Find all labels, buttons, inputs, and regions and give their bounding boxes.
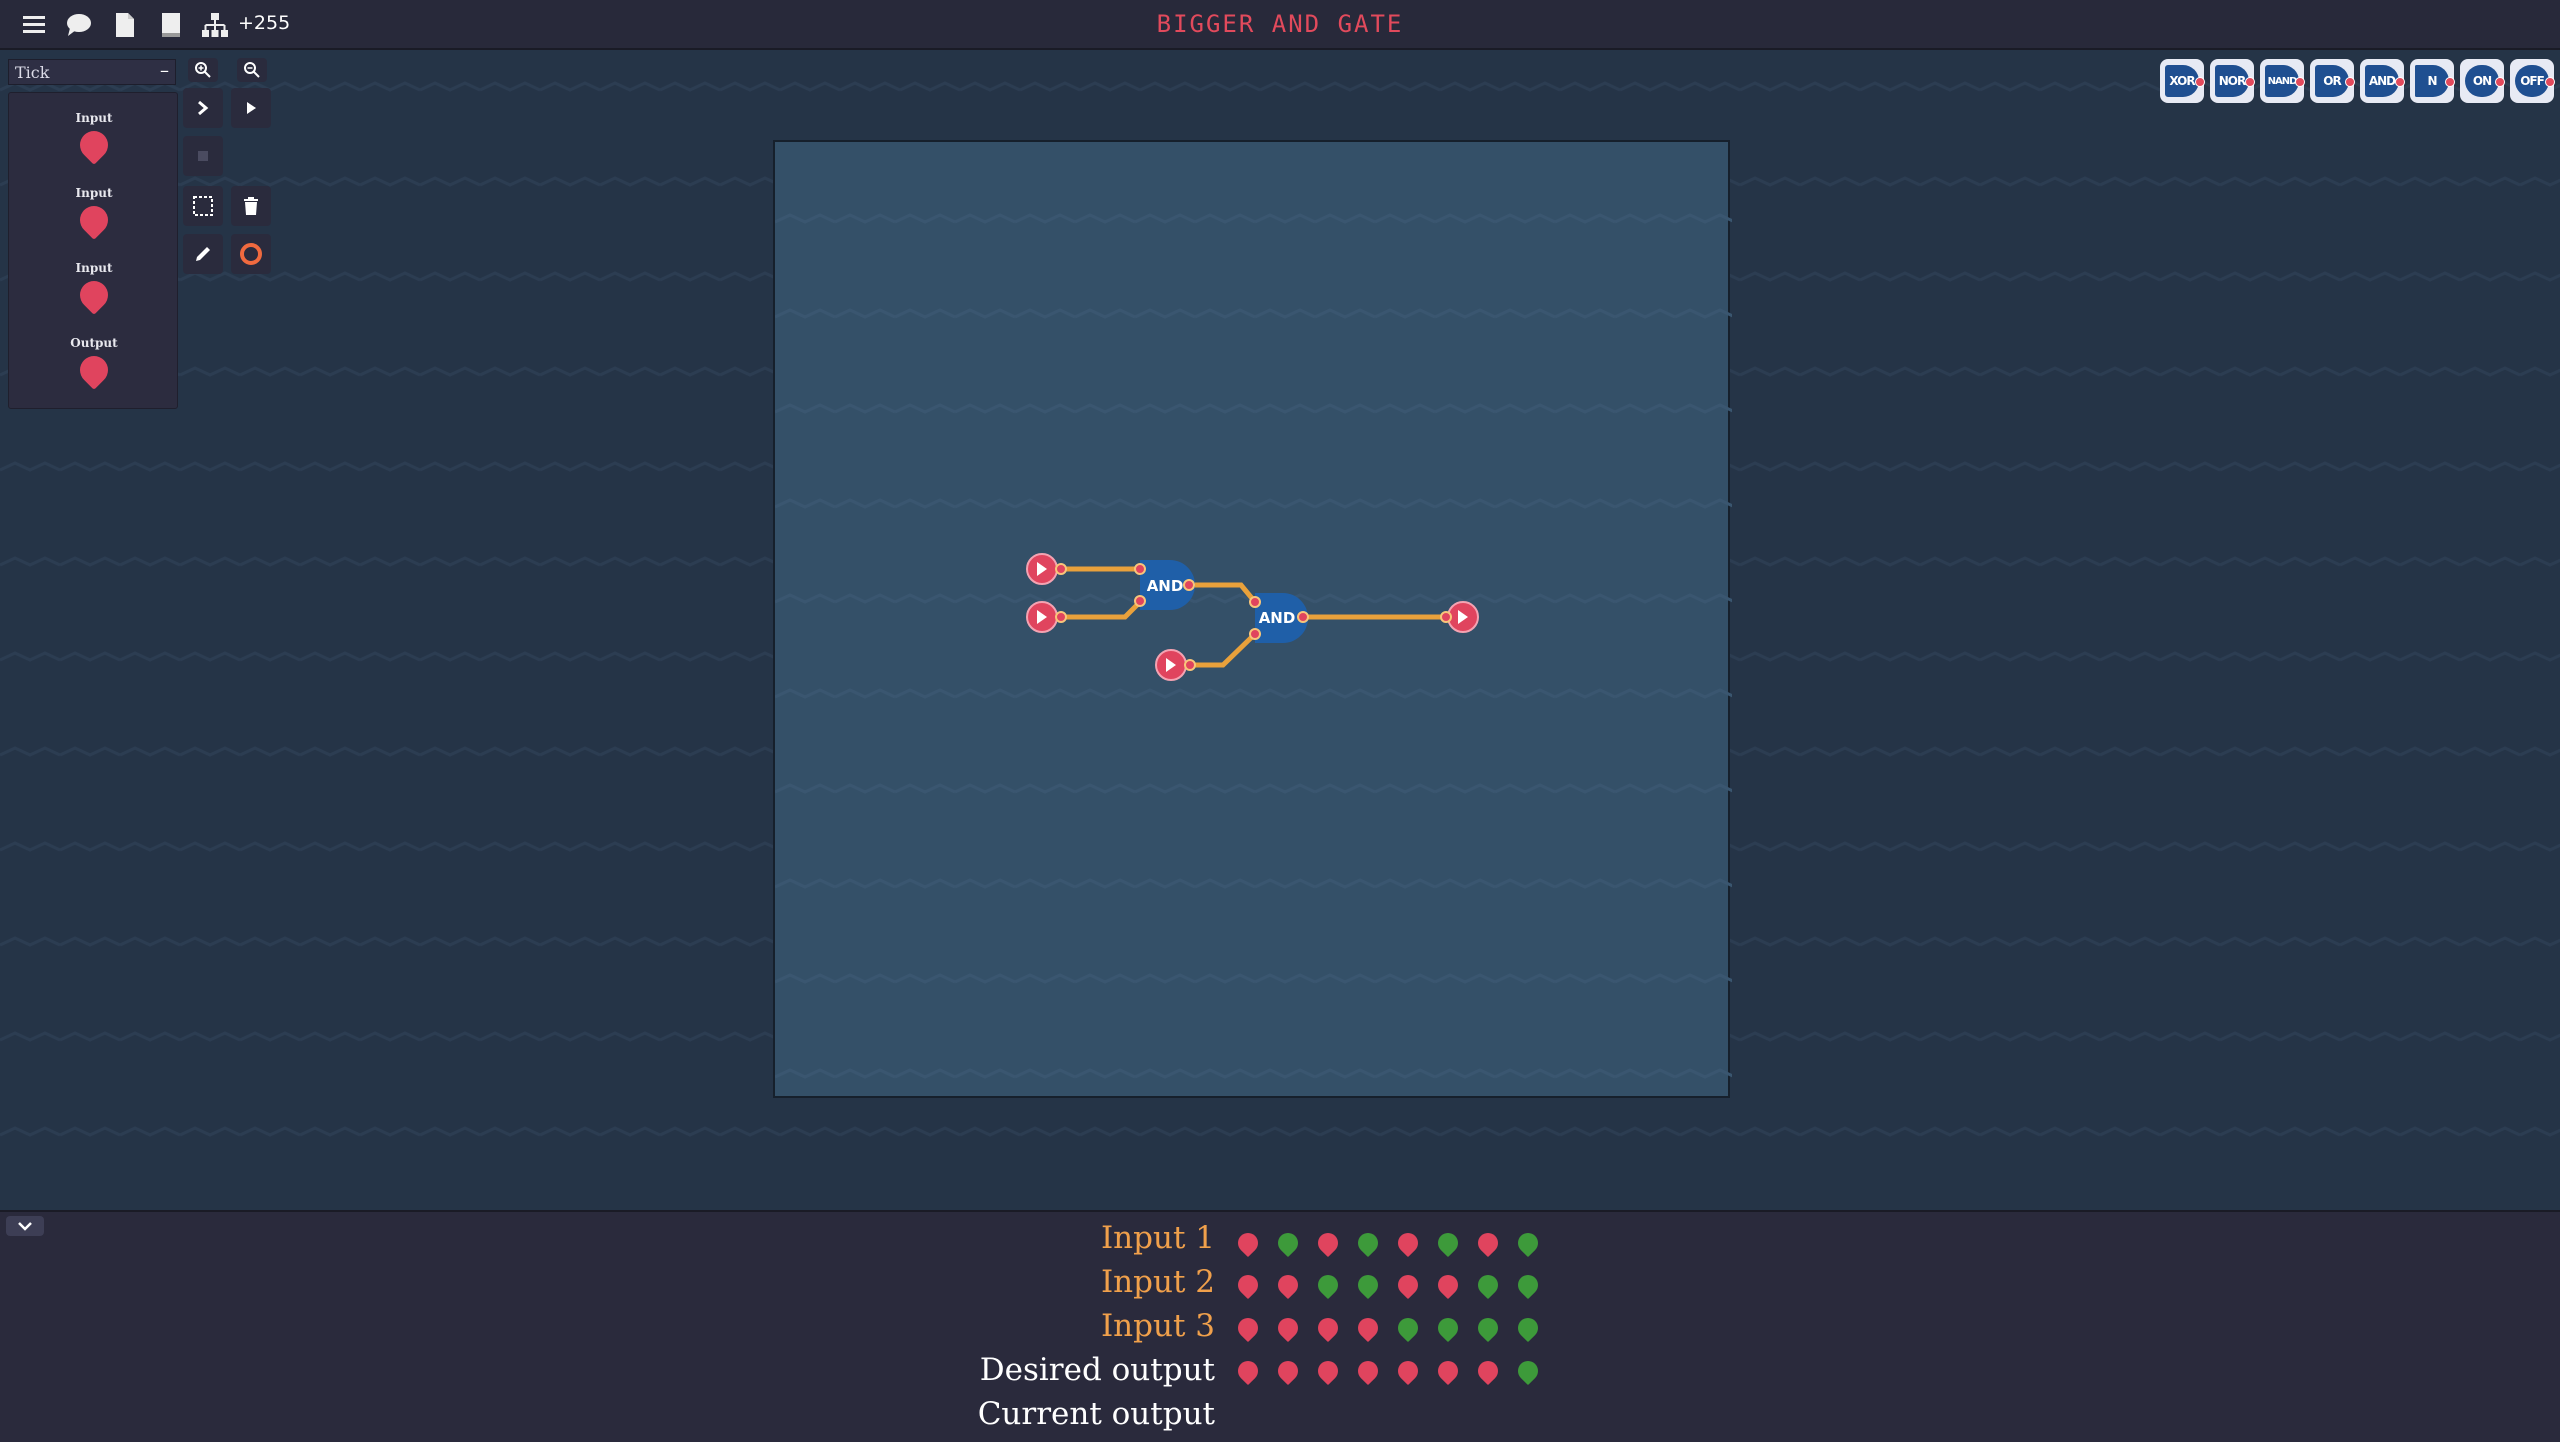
step-button[interactable] bbox=[183, 88, 223, 128]
palette-on-gate[interactable]: ON bbox=[2460, 59, 2505, 103]
io-label: Output bbox=[70, 336, 118, 350]
io-item-output[interactable]: Output bbox=[9, 336, 179, 390]
gate-label: OFF bbox=[2515, 65, 2555, 97]
io-item-input-2[interactable]: Input bbox=[9, 186, 179, 240]
truth-row-label: Input 2 bbox=[1100, 1264, 1215, 1300]
play-icon bbox=[247, 102, 256, 114]
truth-row-label: Input 3 bbox=[1100, 1308, 1215, 1344]
gate-label: AND bbox=[1147, 577, 1184, 595]
gate-label: ON bbox=[2465, 65, 2505, 97]
stop-button[interactable] bbox=[183, 136, 223, 176]
io-item-input-3[interactable]: Input bbox=[9, 261, 179, 315]
select-button[interactable] bbox=[183, 186, 223, 226]
and-gate-1[interactable]: AND bbox=[1134, 560, 1195, 610]
tick-select-value: Tick bbox=[15, 63, 50, 82]
tick-select[interactable]: Tick – bbox=[8, 59, 176, 85]
gate-label: NAND bbox=[2265, 65, 2305, 97]
gate-label: N bbox=[2415, 65, 2455, 97]
zoom-out-button[interactable] bbox=[237, 58, 267, 82]
gate-label: AND bbox=[2365, 65, 2405, 97]
palette-and-gate[interactable]: AND bbox=[2360, 59, 2405, 103]
circuit-canvas: AND AND bbox=[775, 142, 1732, 1100]
palette-not-gate[interactable]: N bbox=[2410, 59, 2455, 103]
page-title: BIGGER AND GATE bbox=[1156, 10, 1404, 38]
gate-label: NOR bbox=[2215, 65, 2255, 97]
top-bar: +255 BIGGER AND GATE bbox=[0, 0, 2560, 50]
palette-off-gate[interactable]: OFF bbox=[2510, 59, 2555, 103]
pencil-icon bbox=[196, 247, 210, 261]
io-label: Input bbox=[75, 186, 113, 200]
truth-row-label: Desired output bbox=[979, 1352, 1215, 1388]
chevron-down-icon bbox=[18, 1222, 32, 1231]
palette-or-gate[interactable]: OR bbox=[2310, 59, 2355, 103]
zoom-in-icon bbox=[195, 62, 211, 78]
io-dot bbox=[74, 200, 114, 240]
play-button[interactable] bbox=[231, 88, 271, 128]
collapse-button[interactable] bbox=[6, 1216, 44, 1236]
truth-row-label: Input 1 bbox=[1100, 1220, 1215, 1256]
palette-nor-gate[interactable]: NOR bbox=[2210, 59, 2255, 103]
select-icon bbox=[193, 196, 213, 216]
chevron-down-icon: – bbox=[160, 60, 169, 81]
gate-label: OR bbox=[2315, 65, 2355, 97]
and-gate-2[interactable]: AND bbox=[1249, 593, 1309, 643]
delete-button[interactable] bbox=[231, 186, 271, 226]
trash-icon bbox=[244, 197, 258, 215]
step-icon bbox=[198, 100, 209, 116]
circuit-board[interactable]: AND AND bbox=[773, 140, 1732, 1100]
io-item-input-1[interactable]: Input bbox=[9, 111, 179, 165]
io-dot bbox=[74, 350, 114, 390]
io-label: Input bbox=[75, 261, 113, 275]
zoom-out-icon bbox=[244, 62, 260, 78]
gate-label: XOR bbox=[2165, 65, 2205, 97]
zoom-in-button[interactable] bbox=[188, 58, 218, 82]
ring-icon bbox=[240, 243, 262, 265]
pencil-button[interactable] bbox=[183, 234, 223, 274]
ring-button[interactable] bbox=[231, 234, 271, 274]
stop-icon bbox=[198, 151, 208, 161]
palette-xor-gate[interactable]: XOR bbox=[2160, 59, 2205, 103]
io-dot bbox=[74, 125, 114, 165]
io-panel: Input Input Input Output bbox=[8, 92, 178, 409]
gate-label: AND bbox=[1259, 609, 1296, 627]
io-label: Input bbox=[75, 111, 113, 125]
io-dot bbox=[74, 275, 114, 315]
palette-nand-gate[interactable]: NAND bbox=[2260, 59, 2305, 103]
truth-row-label: Current output bbox=[977, 1396, 1215, 1432]
